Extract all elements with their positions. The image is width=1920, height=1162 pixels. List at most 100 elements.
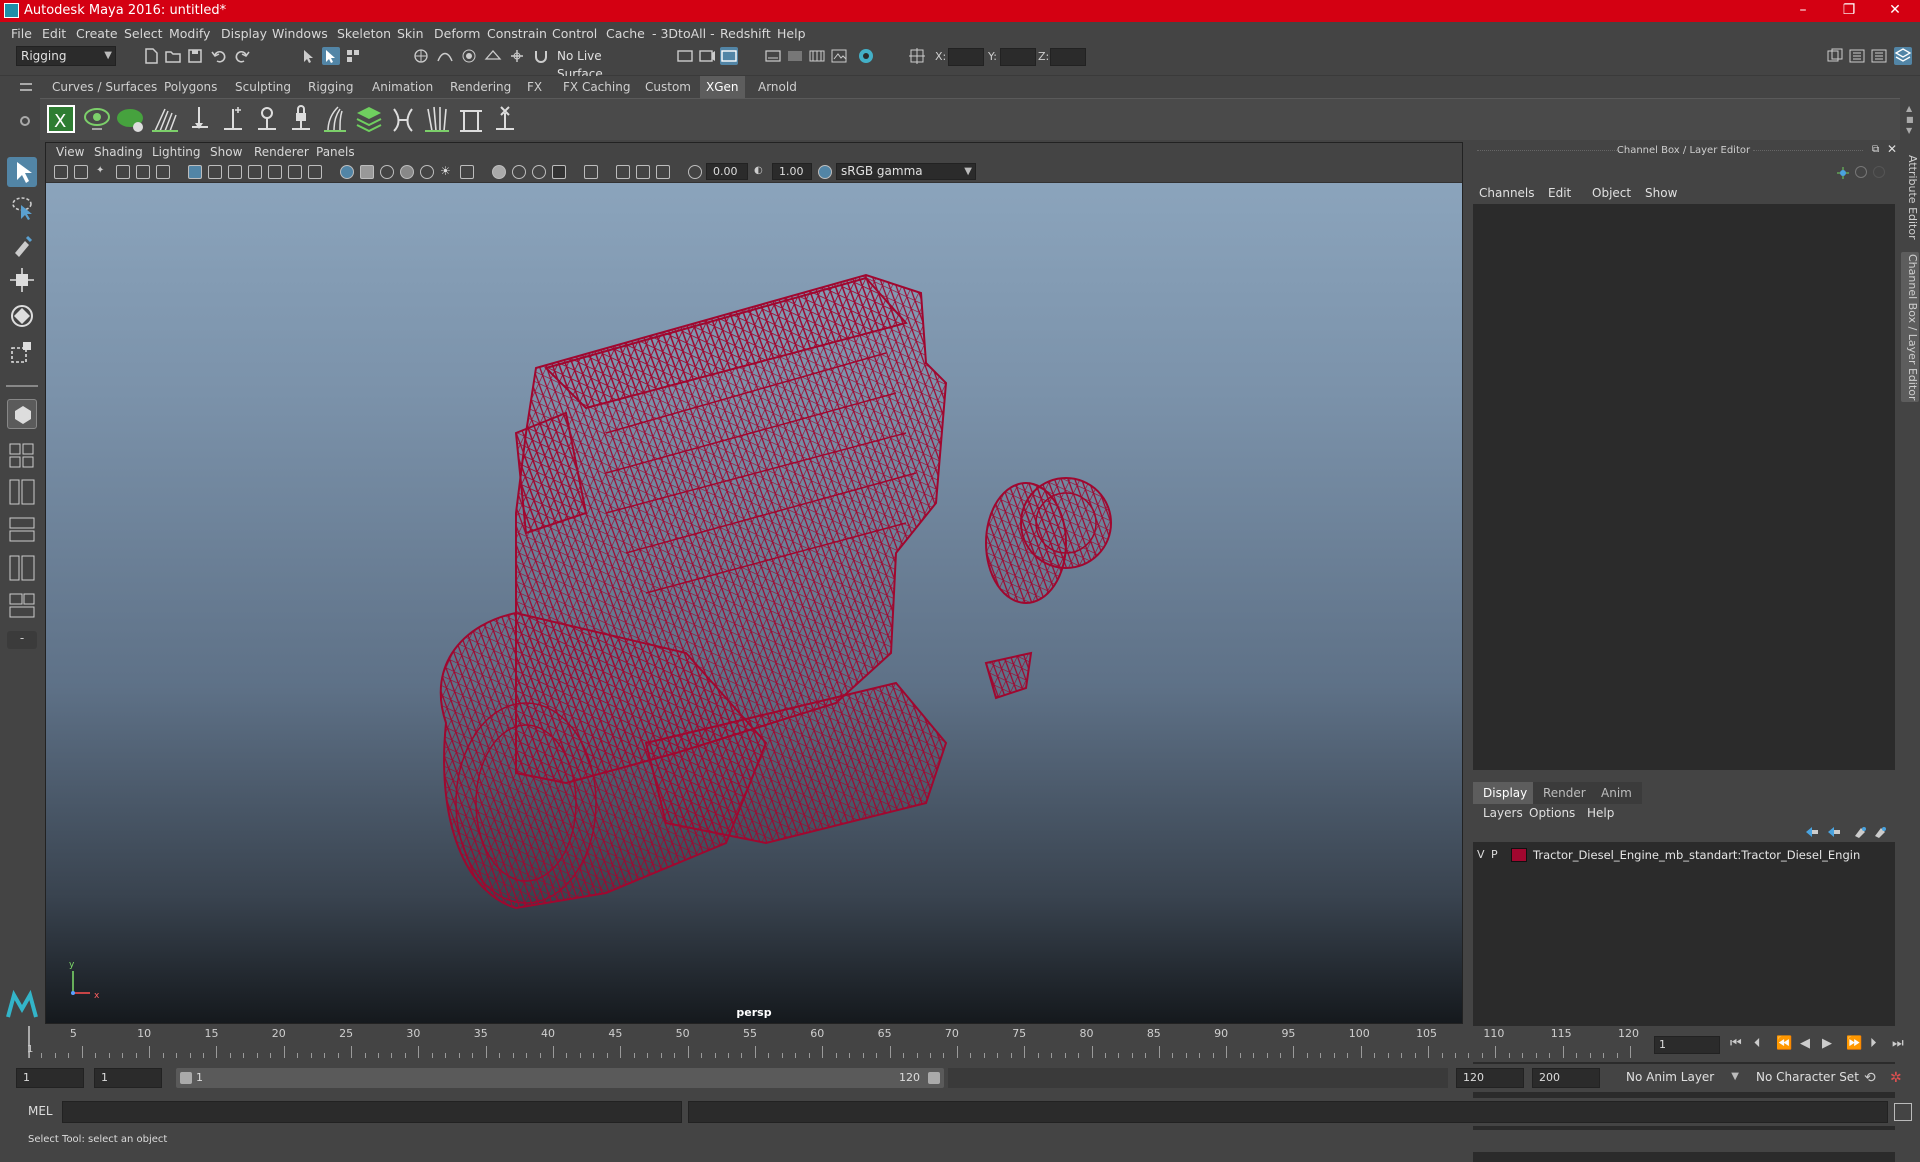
xgen-guide-bend-icon[interactable] [320, 103, 350, 135]
channel-menu-channels[interactable]: Channels [1479, 186, 1535, 200]
xgen-delete-guide-icon[interactable] [490, 103, 520, 135]
persp-outliner-layout-icon[interactable] [7, 477, 37, 507]
open-scene-icon[interactable] [164, 47, 182, 65]
layer-visibility-toggle[interactable]: V [1477, 848, 1485, 861]
menu-modify[interactable]: Modify [169, 26, 210, 41]
textured-icon[interactable] [400, 165, 414, 179]
shelf-tab-fx-caching[interactable]: FX Caching [557, 76, 636, 98]
side-tab-attribute-editor[interactable]: Attribute Editor [1901, 152, 1919, 242]
viewport-menu-show[interactable]: Show [210, 145, 242, 159]
save-scene-icon[interactable] [186, 47, 204, 65]
select-object-icon[interactable] [322, 47, 340, 65]
y-field[interactable] [1000, 48, 1036, 66]
layer-menu-layers[interactable]: Layers [1483, 806, 1523, 820]
live-surface-field[interactable]: No Live Surface [553, 47, 647, 81]
xgen-cut-icon[interactable] [456, 103, 486, 135]
image-plane-icon[interactable] [116, 165, 130, 179]
rotate-tool-icon[interactable] [7, 301, 37, 331]
menu-3dtoall[interactable]: - 3DtoAll - [652, 26, 715, 41]
x-field[interactable] [948, 48, 984, 66]
transform-constraint-icon[interactable] [908, 47, 926, 65]
wireframe-shading-icon[interactable] [340, 165, 354, 179]
viewport-menu-panels[interactable]: Panels [316, 145, 355, 159]
shelf-tab-curves-surfaces[interactable]: Curves / Surfaces [46, 76, 163, 98]
viewport-menu-view[interactable]: View [56, 145, 84, 159]
xgen-editor-icon[interactable]: X [46, 103, 76, 135]
field-chart-icon[interactable] [268, 165, 282, 179]
step-forward-frame-icon[interactable]: ⏵ [1870, 1036, 1877, 1051]
script-editor-icon[interactable] [1894, 1103, 1912, 1121]
undo-icon[interactable] [210, 47, 228, 65]
shelf-scroll-arrows[interactable]: ▲ ■ ▼ [1906, 103, 1916, 137]
shelf-tab-rigging[interactable]: Rigging [302, 76, 359, 98]
go-to-start-icon[interactable]: ⏮ [1730, 1036, 1742, 1051]
new-layer-icon[interactable] [1873, 826, 1887, 838]
gamma-field[interactable]: 1.00 [772, 163, 812, 180]
snap-view-plane-icon[interactable] [484, 47, 502, 65]
menu-redshift[interactable]: Redshift [720, 26, 771, 41]
time-slider-track[interactable]: 1 5 10 15 20 25 30 35 40 45 50 55 60 65 70 75 80 85 90 95 1… [26, 1026, 1639, 1058]
playback-start-field[interactable]: 1 [94, 1068, 162, 1088]
side-tab-channel-box[interactable]: Channel Box / Layer Editor [1901, 252, 1919, 402]
two-d-pan-icon[interactable] [136, 165, 150, 179]
engine-wireframe-model[interactable]: x y [46, 183, 1462, 1023]
tool-settings-toggle-icon[interactable] [1870, 47, 1888, 65]
resolution-gate-icon[interactable] [228, 165, 242, 179]
channel-menu-show[interactable]: Show [1645, 186, 1677, 200]
backface-culling-icon[interactable] [656, 165, 670, 179]
range-start-handle[interactable] [180, 1072, 192, 1084]
xgen-place-guides-icon[interactable] [150, 103, 180, 135]
menu-constrain[interactable]: Constrain [487, 26, 547, 41]
camera-select-icon[interactable] [54, 165, 68, 179]
maximize-button[interactable]: ❐ [1826, 0, 1872, 22]
paint-select-tool-icon[interactable] [7, 229, 37, 259]
minimize-button[interactable]: – [1780, 0, 1826, 22]
xray-joints-icon[interactable] [616, 165, 630, 179]
attribute-editor-toggle-icon[interactable] [1848, 47, 1866, 65]
range-end-handle[interactable] [928, 1072, 940, 1084]
go-to-end-icon[interactable]: ⏭ [1892, 1036, 1904, 1051]
animation-start-field[interactable]: 1 [16, 1068, 84, 1088]
redo-icon[interactable] [233, 47, 251, 65]
menu-help[interactable]: Help [777, 26, 806, 41]
four-view-layout-icon[interactable] [7, 441, 37, 471]
persp-uv-layout-icon[interactable] [7, 591, 37, 621]
current-frame-field[interactable]: 1 [1654, 1036, 1720, 1054]
layer-color-swatch[interactable] [1511, 848, 1527, 862]
step-forward-key-icon[interactable]: ⏩ [1846, 1036, 1862, 1051]
shelf-settings-gear-icon[interactable] [20, 116, 30, 126]
single-perspective-layout-icon[interactable] [7, 399, 37, 429]
xgen-interactive-groom-icon[interactable] [388, 103, 418, 135]
xgen-add-guide-icon[interactable] [184, 103, 214, 135]
color-space-dropdown[interactable]: sRGB gamma ▼ [836, 163, 976, 180]
arnold-render-icon[interactable] [857, 47, 875, 65]
multisample-icon[interactable] [512, 165, 526, 179]
range-slider-bar[interactable]: 1 120 [176, 1068, 944, 1088]
auto-key-icon[interactable]: ⟲ [1864, 1070, 1876, 1086]
shelf-menu-icon[interactable] [20, 83, 32, 91]
menuset-dropdown[interactable]: Rigging ▼ [16, 46, 116, 66]
tab-display[interactable]: Display [1473, 782, 1538, 804]
play-backwards-icon[interactable]: ◀ [1800, 1036, 1810, 1051]
float-panel-icon[interactable]: ⧉ [1872, 144, 1879, 155]
motion-blur-icon[interactable] [492, 165, 506, 179]
shelf-tab-polygons[interactable]: Polygons [158, 76, 223, 98]
move-layer-up-icon[interactable] [1805, 826, 1819, 838]
close-button[interactable]: ✕ [1872, 0, 1918, 22]
shelf-tab-animation[interactable]: Animation [366, 76, 439, 98]
animation-preferences-icon[interactable]: ✲ [1890, 1070, 1902, 1086]
playback-end-field[interactable]: 120 [1456, 1068, 1524, 1088]
xgen-create-description-icon[interactable] [116, 103, 146, 135]
menu-file[interactable]: File [11, 26, 32, 41]
shadows-icon[interactable]: ☀ [440, 165, 454, 179]
select-tool-icon[interactable] [7, 157, 37, 187]
select-component-icon[interactable] [344, 47, 362, 65]
xray-active-components-icon[interactable] [636, 165, 650, 179]
depth-of-field-icon[interactable] [532, 165, 546, 179]
xgen-preview-icon[interactable] [82, 103, 112, 135]
menu-skin[interactable]: Skin [397, 26, 424, 41]
smooth-shade-icon[interactable] [360, 165, 374, 179]
new-layer-selected-icon[interactable] [1853, 826, 1867, 838]
command-input[interactable] [62, 1101, 682, 1123]
snap-curve-icon[interactable] [436, 47, 454, 65]
